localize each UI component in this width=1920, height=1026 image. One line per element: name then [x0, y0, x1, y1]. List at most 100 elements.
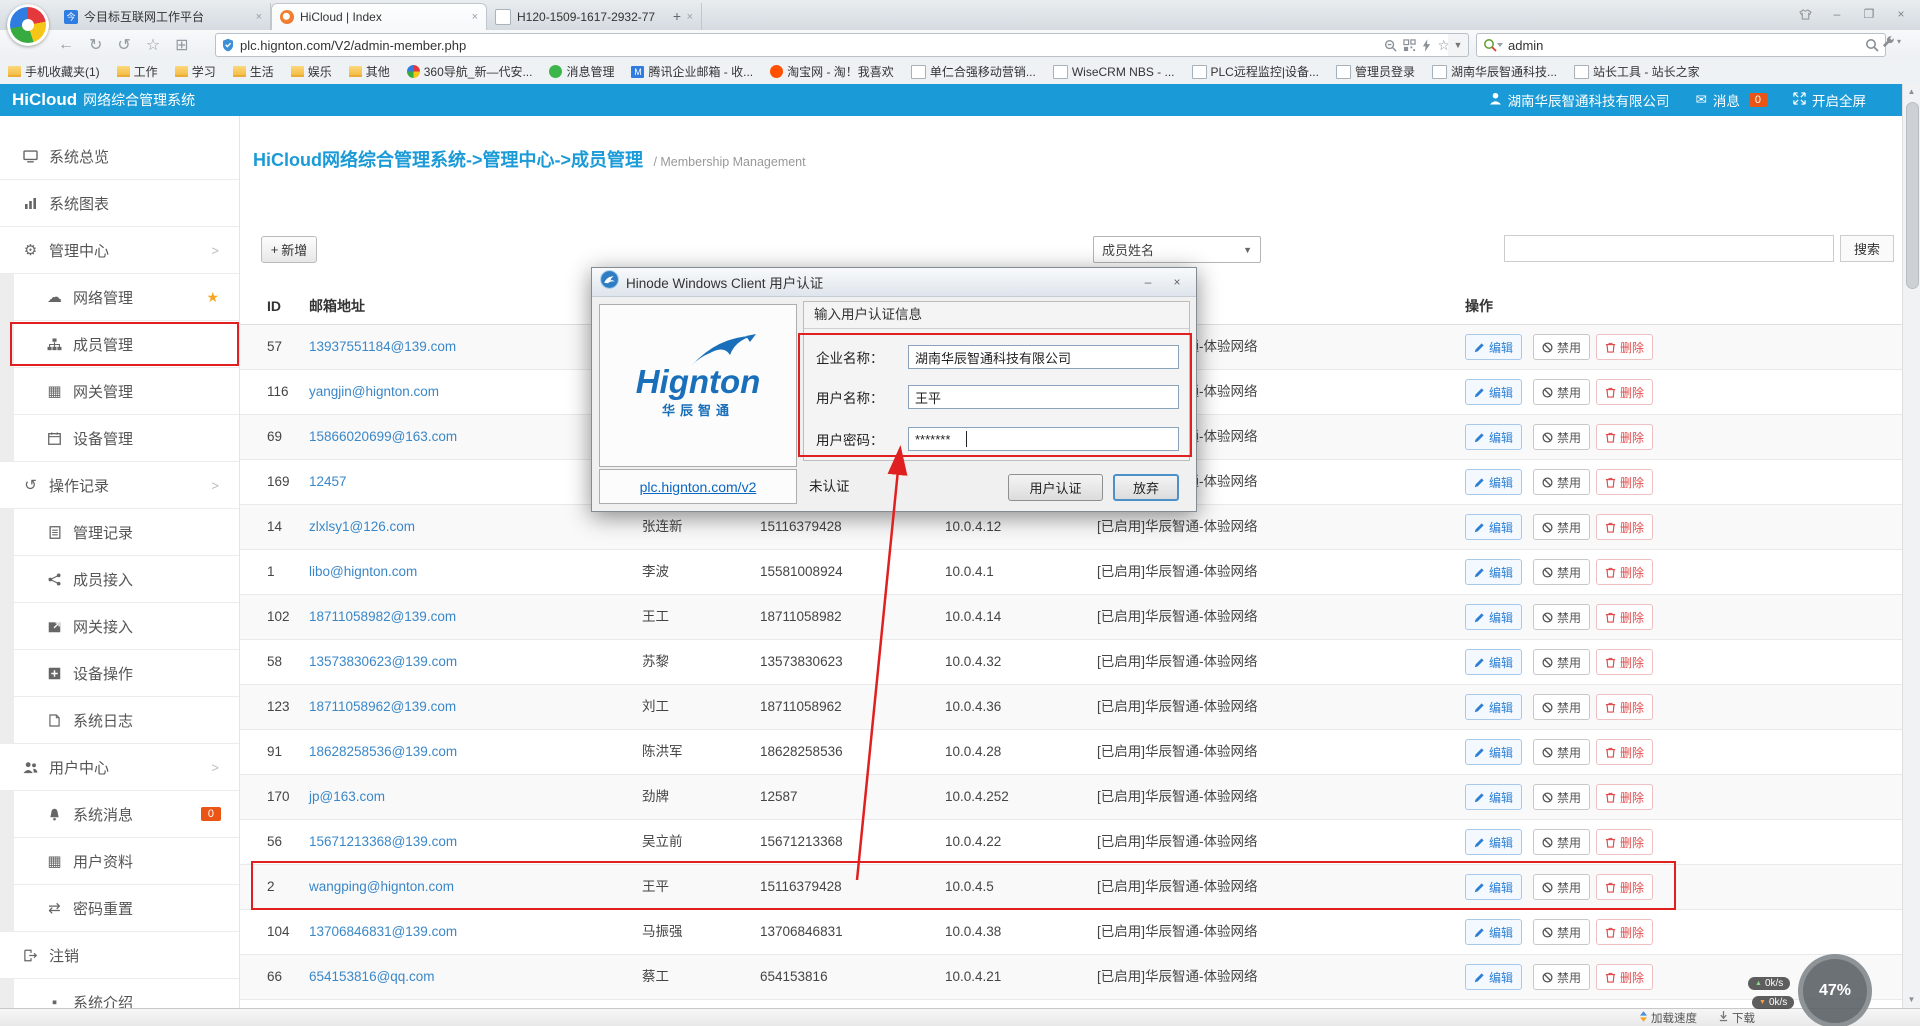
- bookmark-item[interactable]: 淘宝网 - 淘！我喜欢: [770, 63, 894, 80]
- member-email-link[interactable]: 15866020699@163.com: [309, 415, 457, 459]
- delete-button[interactable]: 删除: [1596, 559, 1653, 585]
- member-email-link[interactable]: 654153816@qq.com: [309, 955, 435, 999]
- fullscreen-button[interactable]: 开启全屏: [1793, 90, 1866, 110]
- acceleration-ball[interactable]: 47%: [1798, 954, 1872, 1026]
- skin-icon[interactable]: [1792, 4, 1818, 24]
- delete-button[interactable]: 删除: [1596, 379, 1653, 405]
- site-shield-icon[interactable]: [222, 38, 234, 52]
- delete-button[interactable]: 删除: [1596, 829, 1653, 855]
- sidebar-item-system-logs[interactable]: 系统日志: [0, 697, 239, 744]
- back-icon[interactable]: ←: [58, 36, 74, 54]
- delete-button[interactable]: 删除: [1596, 739, 1653, 765]
- member-email-link[interactable]: 12457: [309, 460, 347, 504]
- browser-scrollbar[interactable]: ▲ ▼: [1902, 84, 1920, 1008]
- scroll-up-icon[interactable]: ▲: [1903, 84, 1920, 100]
- bookmark-item[interactable]: 管理员登录: [1336, 63, 1415, 80]
- delete-button[interactable]: 删除: [1596, 964, 1653, 990]
- member-email-link[interactable]: 18711058982@139.com: [309, 595, 456, 639]
- disable-button[interactable]: 禁用: [1533, 559, 1590, 585]
- delete-button[interactable]: 删除: [1596, 919, 1653, 945]
- disable-button[interactable]: 禁用: [1533, 829, 1590, 855]
- member-email-link[interactable]: 13706846831@139.com: [309, 910, 457, 954]
- delete-button[interactable]: 删除: [1596, 514, 1653, 540]
- tab-jinmubiao[interactable]: 今 今目标互联网工作平台 ×: [56, 3, 271, 30]
- sidebar-item-logout[interactable]: 注销: [0, 932, 239, 979]
- disable-button[interactable]: 禁用: [1533, 964, 1590, 990]
- tab-close-icon[interactable]: ×: [256, 11, 262, 23]
- member-email-link[interactable]: jp@163.com: [309, 775, 385, 819]
- member-email-link[interactable]: 15671213368@139.com: [309, 820, 457, 864]
- delete-button[interactable]: 删除: [1596, 334, 1653, 360]
- new-tab-button[interactable]: +: [664, 6, 690, 26]
- restore-button[interactable]: ❐: [1856, 4, 1882, 24]
- delete-button[interactable]: 删除: [1596, 649, 1653, 675]
- disable-button[interactable]: 禁用: [1533, 694, 1590, 720]
- sidebar-item-user-center[interactable]: 用户中心>: [0, 744, 239, 791]
- edit-button[interactable]: 编辑: [1465, 739, 1522, 765]
- minimize-button[interactable]: –: [1824, 4, 1850, 24]
- bookmark-item[interactable]: 湖南华辰智通科技...: [1432, 63, 1557, 80]
- edit-button[interactable]: 编辑: [1465, 334, 1522, 360]
- disable-button[interactable]: 禁用: [1533, 334, 1590, 360]
- refresh-icon[interactable]: ↻: [89, 35, 102, 55]
- sidebar-item-password-reset[interactable]: ⇄密码重置: [0, 885, 239, 932]
- bookmark-item[interactable]: 生活: [233, 63, 274, 80]
- disable-button[interactable]: 禁用: [1533, 379, 1590, 405]
- hignton-site-link[interactable]: plc.hignton.com/v2: [640, 479, 757, 495]
- sidebar-item-user-profile[interactable]: ▦用户资料: [0, 838, 239, 885]
- qr-code-icon[interactable]: [1403, 39, 1416, 52]
- delete-button[interactable]: 删除: [1596, 694, 1653, 720]
- sidebar-item-device-mgmt[interactable]: 设备管理: [0, 415, 239, 462]
- bookmark-item[interactable]: 工作: [117, 63, 158, 80]
- sidebar-item-gateway-mgmt[interactable]: ▦网关管理: [0, 368, 239, 415]
- bookmark-item[interactable]: 娱乐: [291, 63, 332, 80]
- bookmark-item[interactable]: 其他: [349, 63, 390, 80]
- sidebar-item-admin-records[interactable]: 管理记录: [0, 509, 239, 556]
- browser-logo[interactable]: [7, 4, 49, 46]
- browser-search-box[interactable]: admin: [1476, 33, 1886, 57]
- sidebar-item-charts[interactable]: 系统图表: [0, 180, 239, 227]
- dialog-title-bar[interactable]: Hinode Windows Client 用户认证 – ×: [592, 268, 1196, 297]
- sidebar-item-member-access[interactable]: 成员接入: [0, 556, 239, 603]
- scrollbar-thumb[interactable]: [1906, 102, 1919, 289]
- member-search-input[interactable]: [1504, 235, 1834, 262]
- add-member-button[interactable]: + 新增: [261, 236, 317, 263]
- edit-button[interactable]: 编辑: [1465, 604, 1522, 630]
- apps-grid-icon[interactable]: ⊞: [175, 35, 188, 55]
- delete-button[interactable]: 删除: [1596, 424, 1653, 450]
- sidebar-item-system-intro[interactable]: ▪系统介绍: [0, 979, 239, 1008]
- disable-button[interactable]: 禁用: [1533, 919, 1590, 945]
- sidebar-item-op-records[interactable]: ↺操作记录>: [0, 462, 239, 509]
- sidebar-item-device-ops[interactable]: 设备操作: [0, 650, 239, 697]
- disable-button[interactable]: 禁用: [1533, 424, 1590, 450]
- search-go-icon[interactable]: [1865, 38, 1879, 52]
- bookmark-item[interactable]: 手机收藏夹(1): [8, 63, 100, 80]
- sidebar-item-system-messages[interactable]: 系统消息0: [0, 791, 239, 838]
- sidebar-item-overview[interactable]: 系统总览: [0, 133, 239, 180]
- bookmark-item[interactable]: M腾讯企业邮箱 - 收...: [631, 63, 753, 80]
- zoom-out-icon[interactable]: [1384, 39, 1397, 52]
- bookmark-item[interactable]: 站长工具 - 站长之家: [1574, 63, 1700, 80]
- edit-button[interactable]: 编辑: [1465, 829, 1522, 855]
- edit-button[interactable]: 编辑: [1465, 469, 1522, 495]
- dialog-minimize-button[interactable]: –: [1137, 273, 1159, 291]
- member-email-link[interactable]: 13573830623@139.com: [309, 640, 457, 684]
- speed-mode-bolt-icon[interactable]: [1422, 39, 1431, 52]
- authenticate-button[interactable]: 用户认证: [1008, 474, 1103, 501]
- tab-close-icon[interactable]: ×: [472, 11, 478, 23]
- bookmark-item[interactable]: 学习: [175, 63, 216, 80]
- member-email-link[interactable]: yangjin@hignton.com: [309, 370, 439, 414]
- cancel-button[interactable]: 放弃: [1113, 474, 1179, 501]
- bookmark-item[interactable]: 消息管理: [549, 63, 614, 80]
- close-button[interactable]: ×: [1888, 4, 1914, 24]
- delete-button[interactable]: 删除: [1596, 604, 1653, 630]
- edit-button[interactable]: 编辑: [1465, 919, 1522, 945]
- member-email-link[interactable]: 18711058962@139.com: [309, 685, 456, 729]
- disable-button[interactable]: 禁用: [1533, 649, 1590, 675]
- sidebar-item-network-mgmt[interactable]: ☁网络管理★: [0, 274, 239, 321]
- url-text[interactable]: plc.hignton.com/V2/admin-member.php: [240, 38, 1378, 53]
- bookmark-item[interactable]: 单仁合强移动营销...: [911, 63, 1036, 80]
- tab-hicloud[interactable]: HiCloud | Index ×: [271, 3, 487, 30]
- edit-button[interactable]: 编辑: [1465, 379, 1522, 405]
- edit-button[interactable]: 编辑: [1465, 424, 1522, 450]
